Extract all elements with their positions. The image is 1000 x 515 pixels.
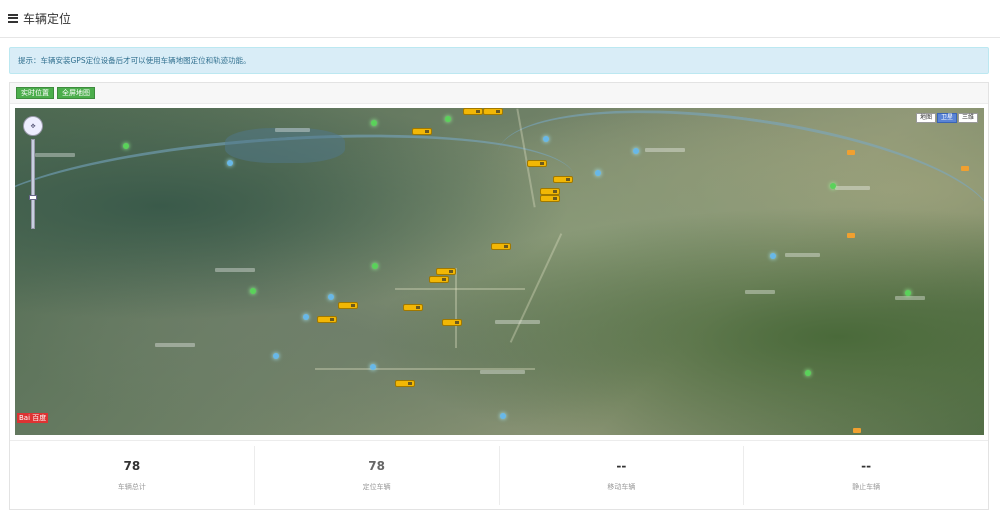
pan-control[interactable]: ✥	[23, 116, 43, 136]
vehicle-marker[interactable]	[412, 128, 432, 135]
stat-located-vehicles: 78 定位车辆	[255, 446, 500, 505]
vehicle-marker[interactable]	[491, 243, 511, 250]
stat-value: --	[616, 459, 627, 473]
poi-marker[interactable]	[961, 166, 969, 171]
map-type-switch: 地图 卫星 三维	[915, 113, 978, 123]
poi-marker[interactable]	[273, 353, 279, 359]
stat-value: --	[861, 459, 872, 473]
vehicle-marker[interactable]	[553, 176, 573, 183]
poi-marker[interactable]	[830, 183, 836, 189]
place-label	[480, 370, 525, 374]
vehicle-marker[interactable]	[429, 276, 449, 283]
map-toolbar: 实时位置 全屏地图	[10, 83, 988, 104]
poi-marker[interactable]	[847, 150, 855, 155]
baidu-logo: Bai 百度	[17, 413, 49, 423]
page-header: 车辆定位	[8, 8, 71, 28]
vehicle-marker[interactable]	[442, 319, 462, 326]
place-label	[215, 268, 255, 272]
stat-stationary-vehicles: -- 静止车辆	[744, 446, 988, 505]
road	[455, 268, 457, 348]
fullscreen-map-button[interactable]: 全屏地图	[57, 87, 95, 99]
header-divider	[0, 37, 1000, 38]
poi-marker[interactable]	[633, 148, 639, 154]
map-type-3d[interactable]: 三维	[957, 113, 978, 123]
river	[487, 108, 984, 293]
stat-total-vehicles: 78 车辆总计	[10, 446, 255, 505]
place-label	[495, 320, 540, 324]
place-label	[745, 290, 775, 294]
vehicle-marker[interactable]	[463, 108, 483, 115]
poi-marker[interactable]	[445, 116, 451, 122]
road	[395, 288, 525, 290]
poi-marker[interactable]	[328, 294, 334, 300]
stat-value: 78	[123, 459, 141, 473]
poi-marker[interactable]	[370, 364, 376, 370]
poi-marker[interactable]	[805, 370, 811, 376]
poi-marker[interactable]	[303, 314, 309, 320]
poi-marker[interactable]	[770, 253, 776, 259]
zoom-slider-handle[interactable]	[29, 195, 37, 200]
vehicle-stats: 78 车辆总计 78 定位车辆 -- 移动车辆 -- 静止车辆	[10, 440, 988, 510]
vehicle-marker[interactable]	[338, 302, 358, 309]
poi-marker[interactable]	[372, 263, 378, 269]
poi-marker[interactable]	[595, 170, 601, 176]
map-navigation-control: ✥	[23, 116, 43, 229]
lake	[225, 128, 345, 163]
stat-label: 静止车辆	[852, 483, 881, 491]
poi-marker[interactable]	[371, 120, 377, 126]
zoom-slider[interactable]	[29, 139, 37, 229]
stat-label: 移动车辆	[607, 483, 636, 491]
poi-marker[interactable]	[250, 288, 256, 294]
stat-moving-vehicles: -- 移动车辆	[500, 446, 745, 505]
stat-label: 车辆总计	[117, 483, 146, 491]
stat-value: 78	[368, 459, 385, 473]
poi-marker[interactable]	[227, 160, 233, 166]
poi-marker[interactable]	[123, 143, 129, 149]
vehicle-marker[interactable]	[540, 188, 560, 195]
place-label	[645, 148, 685, 152]
stat-label: 定位车辆	[362, 483, 391, 491]
vehicle-marker[interactable]	[403, 304, 423, 311]
poi-marker[interactable]	[847, 233, 855, 238]
vehicle-marker[interactable]	[395, 380, 415, 387]
poi-marker[interactable]	[905, 290, 911, 296]
place-label	[155, 343, 195, 347]
info-alert-text: 提示：车辆安装GPS定位设备后才可以使用车辆地图定位和轨迹功能。	[18, 56, 251, 65]
map-panel: 实时位置 全屏地图 ✥ 地图 卫星 三维 Bai 百度 78 车辆总计 78 定…	[9, 82, 989, 510]
place-label	[785, 253, 820, 257]
vehicle-marker[interactable]	[483, 108, 503, 115]
map-type-map[interactable]: 地图	[915, 113, 936, 123]
poi-marker[interactable]	[500, 413, 506, 419]
vehicle-marker[interactable]	[527, 160, 547, 167]
place-label	[835, 186, 870, 190]
place-label	[895, 296, 925, 300]
satellite-map[interactable]: ✥ 地图 卫星 三维 Bai 百度	[15, 108, 984, 435]
menu-icon[interactable]	[8, 13, 18, 23]
map-type-satellite[interactable]: 卫星	[936, 113, 957, 123]
place-label	[275, 128, 310, 132]
vehicle-marker[interactable]	[436, 268, 456, 275]
vehicle-marker[interactable]	[540, 195, 560, 202]
poi-marker[interactable]	[853, 428, 861, 433]
poi-marker[interactable]	[543, 136, 549, 142]
info-alert: 提示：车辆安装GPS定位设备后才可以使用车辆地图定位和轨迹功能。	[9, 47, 989, 74]
vehicle-marker[interactable]	[317, 316, 337, 323]
realtime-position-button[interactable]: 实时位置	[16, 87, 54, 99]
page-title: 车辆定位	[23, 11, 72, 26]
